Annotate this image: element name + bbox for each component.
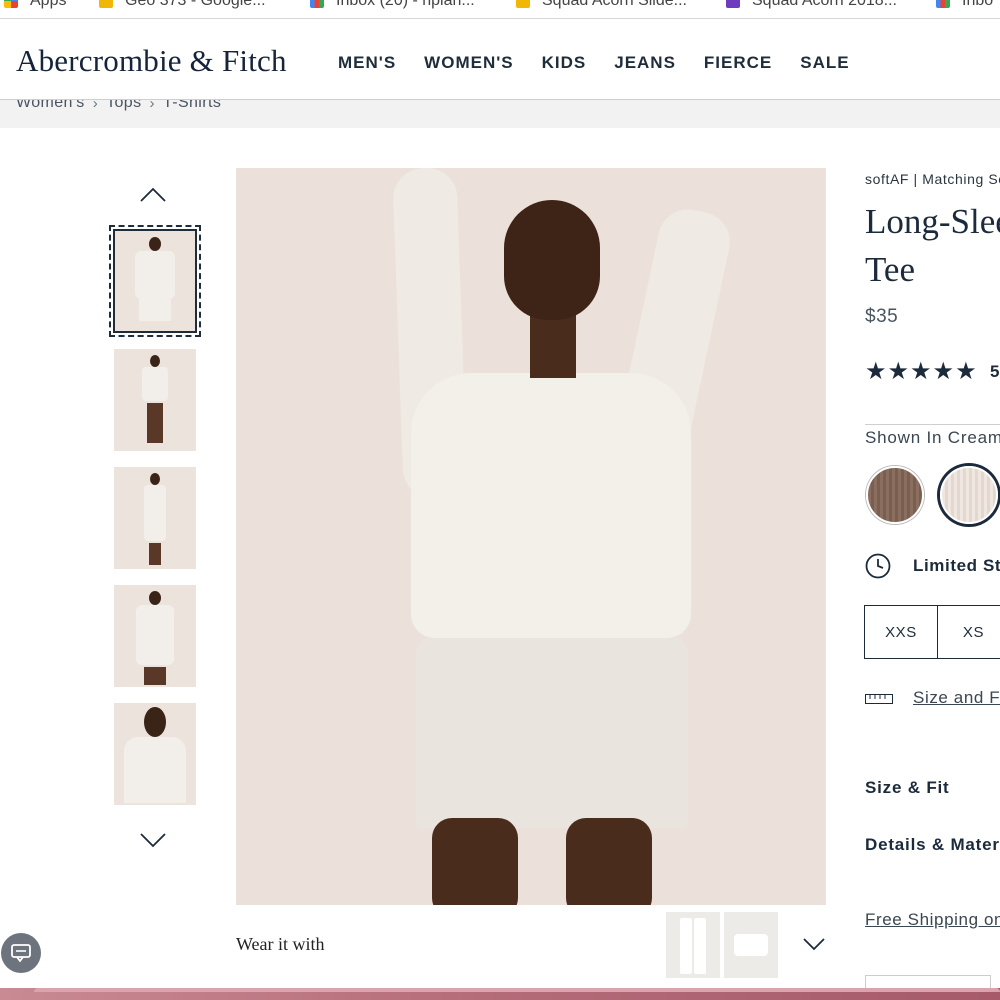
size-selector: XXS XS	[864, 605, 1000, 659]
main-nav: MEN'S WOMEN'S KIDS JEANS FIERCE SALE	[338, 53, 850, 73]
product-price: $35	[865, 306, 899, 327]
star-icon: ★	[910, 358, 932, 385]
nav-womens[interactable]: WOMEN'S	[424, 53, 513, 73]
bookmark-squad-2018[interactable]: Squad Acorn 2018...	[726, 0, 897, 11]
color-swatch-brown[interactable]	[866, 466, 924, 524]
chevron-down-icon[interactable]	[139, 832, 167, 848]
star-icon: ★	[887, 358, 910, 385]
product-collection[interactable]: softAF | Matching Sets	[865, 171, 1000, 187]
star-icon: ★	[932, 358, 955, 385]
gallery-thumbnail-2[interactable]	[114, 349, 196, 451]
accordion-size-fit[interactable]: Size & Fit	[865, 778, 950, 798]
gmail-icon	[310, 0, 324, 8]
breadcrumb-womens[interactable]: Women's	[16, 100, 85, 112]
color-swatch-cream[interactable]	[940, 466, 998, 524]
gallery-thumbnail-4[interactable]	[114, 585, 196, 687]
breadcrumb-tops[interactable]: Tops	[106, 100, 141, 112]
folder-icon	[516, 0, 530, 8]
breadcrumb: Women's › Tops › T-Shirts	[16, 100, 221, 112]
gallery-thumbnail-3[interactable]	[114, 467, 196, 569]
free-shipping-link[interactable]: Free Shipping on	[865, 910, 1000, 930]
chat-icon	[11, 944, 31, 962]
shown-in-color: Shown In Cream	[865, 428, 1000, 447]
apps-icon	[4, 0, 18, 8]
bookmark-inbox[interactable]: Inbox (20) - nplan...	[310, 0, 475, 11]
gmail-icon	[936, 0, 950, 8]
gallery-thumbnail-5[interactable]	[114, 703, 196, 805]
nav-fierce[interactable]: FIERCE	[704, 53, 772, 73]
breadcrumb-tshirts[interactable]: T-Shirts	[163, 100, 221, 112]
wear-it-with-pants[interactable]	[666, 912, 720, 978]
chevron-right-icon: ›	[149, 100, 155, 112]
bookmark-geo[interactable]: Geo 373 - Google...	[99, 0, 266, 11]
star-icon: ★	[955, 358, 977, 385]
rating-stars[interactable]: ★ ★ ★ ★ ★	[865, 358, 977, 386]
size-option-xs[interactable]: XS	[936, 605, 1000, 659]
gallery-thumbnail-1[interactable]	[109, 225, 201, 337]
rating-count[interactable]: 5	[990, 362, 999, 382]
bookmarks-bar: Apps Geo 373 - Google... Inbox (20) - np…	[0, 0, 1000, 14]
chevron-right-icon: ›	[92, 100, 99, 112]
folder-icon	[99, 0, 113, 8]
bookmark-apps[interactable]: Apps	[4, 0, 66, 11]
site-header: Abercrombie & Fitch MEN'S WOMEN'S KIDS J…	[0, 18, 1000, 100]
product-title: Long-Sleeve Tee	[865, 202, 1000, 289]
wear-it-with-label: Wear it with	[236, 934, 325, 954]
nav-mens[interactable]: MEN'S	[338, 53, 396, 73]
chevron-up-icon[interactable]	[139, 187, 167, 203]
nav-sale[interactable]: SALE	[800, 53, 849, 73]
nav-kids[interactable]: KIDS	[542, 53, 587, 73]
ruler-icon	[865, 694, 893, 704]
accordion-details-materials[interactable]: Details & Materials	[865, 835, 1000, 855]
brand-logo[interactable]: Abercrombie & Fitch	[16, 43, 287, 79]
breadcrumb-bar: Women's › Tops › T-Shirts	[0, 100, 1000, 128]
clock-icon	[865, 553, 891, 579]
star-icon: ★	[865, 358, 887, 385]
product-main-image[interactable]	[236, 168, 826, 905]
system-taskbar	[0, 988, 1000, 1000]
wear-it-with-shorts[interactable]	[724, 912, 778, 978]
stock-status: Limited Stock	[913, 556, 1000, 575]
bookmark-squad-slides[interactable]: Squad Acorn Slide...	[516, 0, 687, 11]
classroom-icon	[726, 0, 740, 8]
bookmark-inbox-2[interactable]: Inbo	[936, 0, 993, 11]
size-and-fit-link[interactable]: Size and Fit	[913, 688, 1000, 708]
divider	[865, 424, 1000, 425]
size-option-xxs[interactable]: XXS	[864, 605, 938, 659]
nav-jeans[interactable]: JEANS	[614, 53, 676, 73]
chevron-down-icon[interactable]	[802, 936, 826, 952]
chat-button[interactable]	[1, 933, 41, 973]
